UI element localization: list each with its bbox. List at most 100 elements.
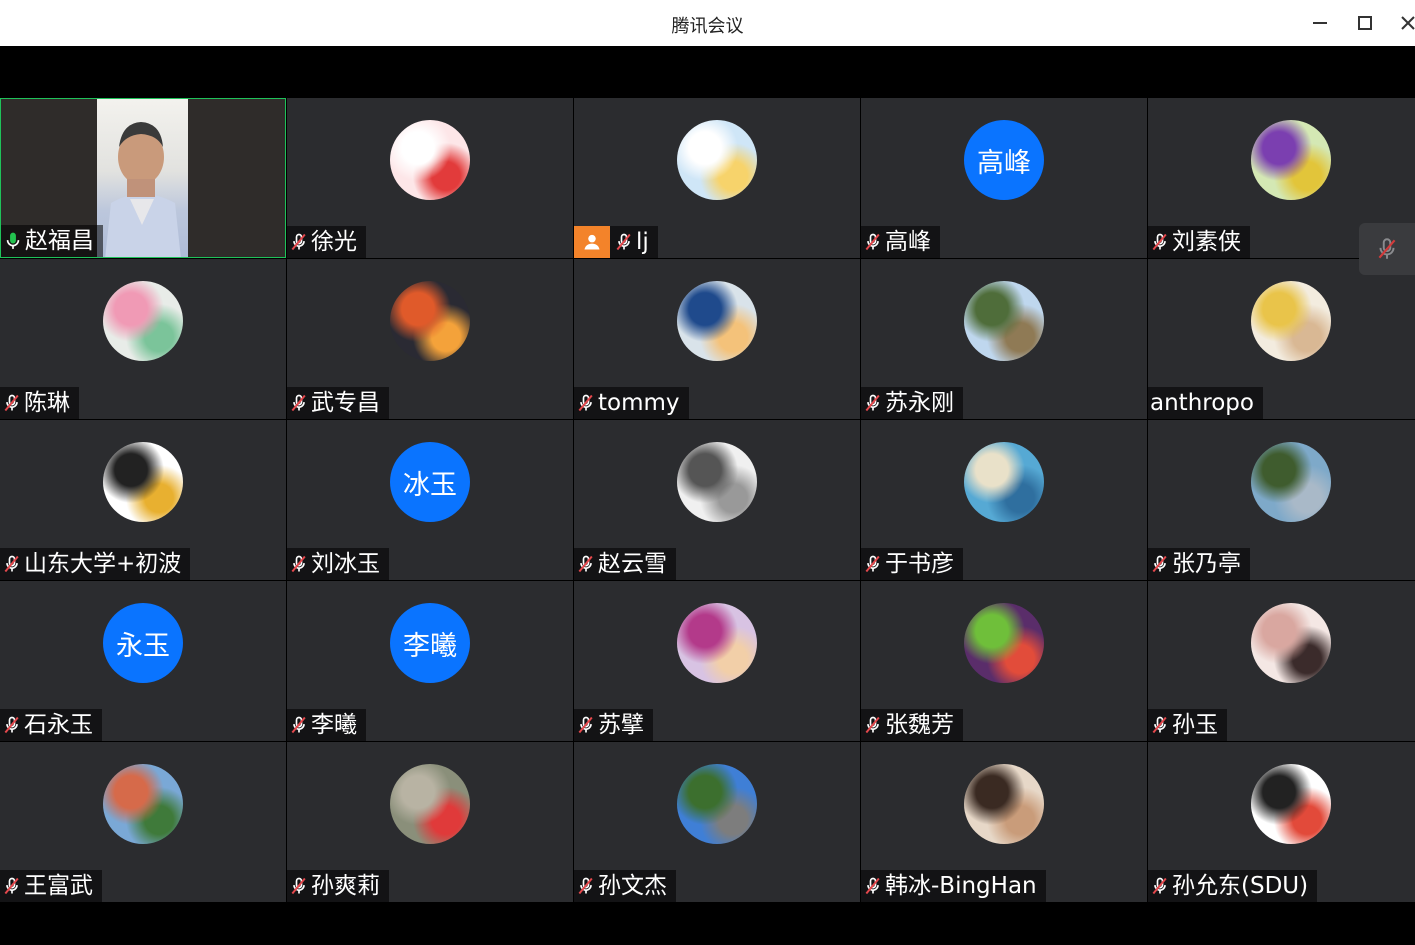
participant-tile[interactable]: 徐光 — [287, 98, 573, 258]
mic-muted-icon — [287, 711, 311, 739]
mic-muted-icon — [612, 228, 636, 256]
window-title: 腾讯会议 — [671, 16, 744, 37]
name-plate: 刘冰玉 — [287, 548, 389, 580]
participant-tile[interactable]: 永玉石永玉 — [0, 581, 286, 741]
close-button[interactable] — [1394, 9, 1415, 37]
mic-muted-icon — [287, 228, 311, 256]
avatar — [1251, 764, 1331, 844]
avatar — [103, 442, 183, 522]
participant-tile[interactable]: 李曦 李曦 — [287, 581, 573, 741]
avatar — [677, 603, 757, 683]
mic-muted-icon — [1148, 228, 1172, 256]
participant-name: 韩冰-BingHan — [885, 873, 1037, 899]
mic-muted-icon — [287, 389, 311, 417]
mic-muted-icon — [861, 228, 885, 256]
participant-name: 石永玉 — [24, 712, 93, 738]
side-mic-button[interactable] — [1359, 223, 1415, 275]
mic-muted-icon — [1378, 238, 1396, 259]
avatar — [964, 764, 1044, 844]
participant-tile[interactable]: 孙允东(SDU) — [1148, 742, 1415, 902]
participant-tile[interactable]: lj — [574, 98, 860, 258]
maximize-button[interactable] — [1351, 9, 1379, 37]
participant-tile[interactable]: 孙玉 — [1148, 581, 1415, 741]
avatar: 永玉 — [103, 603, 183, 683]
participant-name: lj — [636, 229, 649, 255]
name-plate: 张魏芳 — [861, 709, 963, 741]
mic-muted-icon — [861, 389, 885, 417]
mic-on-icon — [1, 227, 25, 255]
participant-name: 孙玉 — [1172, 712, 1218, 738]
participant-name: 孙文杰 — [598, 873, 667, 899]
video-feed — [97, 99, 188, 257]
participant-tile[interactable]: 张乃亭 — [1148, 420, 1415, 580]
avatar — [390, 281, 470, 361]
avatar — [103, 764, 183, 844]
mic-muted-icon — [1148, 550, 1172, 578]
participant-name: 武专昌 — [311, 390, 380, 416]
participant-tile[interactable]: 韩冰-BingHan — [861, 742, 1147, 902]
name-plate: 孙文杰 — [574, 870, 676, 902]
name-plate: 韩冰-BingHan — [861, 870, 1046, 902]
avatar — [103, 281, 183, 361]
participant-tile[interactable]: 赵福昌 — [0, 98, 286, 258]
minimize-button[interactable] — [1306, 9, 1334, 37]
participant-name: 孙爽莉 — [311, 873, 380, 899]
avatar — [390, 120, 470, 200]
participant-tile[interactable]: 苏擘 — [574, 581, 860, 741]
participant-tile[interactable]: 高峰 高峰 — [861, 98, 1147, 258]
participant-name: 赵福昌 — [25, 228, 94, 254]
participant-tile[interactable]: 赵云雪 — [574, 420, 860, 580]
participant-tile[interactable]: 苏永刚 — [861, 259, 1147, 419]
participant-name: 刘冰玉 — [311, 551, 380, 577]
name-plate: 孙允东(SDU) — [1148, 870, 1318, 902]
participant-name: 苏擘 — [598, 712, 644, 738]
avatar — [1251, 120, 1331, 200]
avatar: 冰玉 — [390, 442, 470, 522]
mic-muted-icon — [287, 550, 311, 578]
user-icon — [574, 226, 610, 258]
avatar — [1251, 442, 1331, 522]
participant-name: anthropo — [1150, 390, 1254, 416]
mic-muted-icon — [1148, 711, 1172, 739]
name-plate: 张乃亭 — [1148, 548, 1250, 580]
title-bar: 腾讯会议 — [0, 0, 1415, 46]
avatar: 高峰 — [964, 120, 1044, 200]
participant-tile[interactable]: 陈琳 — [0, 259, 286, 419]
avatar — [1251, 281, 1331, 361]
maximize-icon — [1358, 16, 1372, 30]
mic-muted-icon — [861, 550, 885, 578]
name-plate: 苏永刚 — [861, 387, 963, 419]
mic-muted-icon — [574, 872, 598, 900]
mic-muted-icon — [574, 389, 598, 417]
name-plate: 孙爽莉 — [287, 870, 389, 902]
participant-tile[interactable]: tommy — [574, 259, 860, 419]
name-plate: 石永玉 — [0, 709, 102, 741]
mic-muted-icon — [861, 711, 885, 739]
name-plate: 于书彦 — [861, 548, 963, 580]
participant-name: 山东大学+初波 — [24, 551, 182, 577]
participant-name: 张魏芳 — [885, 712, 954, 738]
avatar — [964, 281, 1044, 361]
participant-name: 徐光 — [311, 229, 357, 255]
participant-tile[interactable]: 孙文杰 — [574, 742, 860, 902]
participant-name: 苏永刚 — [885, 390, 954, 416]
participant-tile[interactable]: 王富武 — [0, 742, 286, 902]
avatar — [677, 281, 757, 361]
participant-tile[interactable]: 于书彦 — [861, 420, 1147, 580]
mic-muted-icon — [861, 872, 885, 900]
avatar — [964, 442, 1044, 522]
mic-muted-icon — [0, 872, 24, 900]
participant-tile[interactable]: 张魏芳 — [861, 581, 1147, 741]
participant-tile[interactable]: 冰玉刘冰玉 — [287, 420, 573, 580]
participant-tile[interactable]: 武专昌 — [287, 259, 573, 419]
name-plate: 武专昌 — [287, 387, 389, 419]
participant-tile[interactable]: anthropo — [1148, 259, 1415, 419]
mic-muted-icon — [574, 711, 598, 739]
name-plate: 陈琳 — [0, 387, 79, 419]
name-plate: 苏擘 — [574, 709, 653, 741]
participant-tile[interactable]: 山东大学+初波 — [0, 420, 286, 580]
participant-name: 于书彦 — [885, 551, 954, 577]
mic-muted-icon — [574, 550, 598, 578]
participant-tile[interactable]: 孙爽莉 — [287, 742, 573, 902]
participant-name: 张乃亭 — [1172, 551, 1241, 577]
